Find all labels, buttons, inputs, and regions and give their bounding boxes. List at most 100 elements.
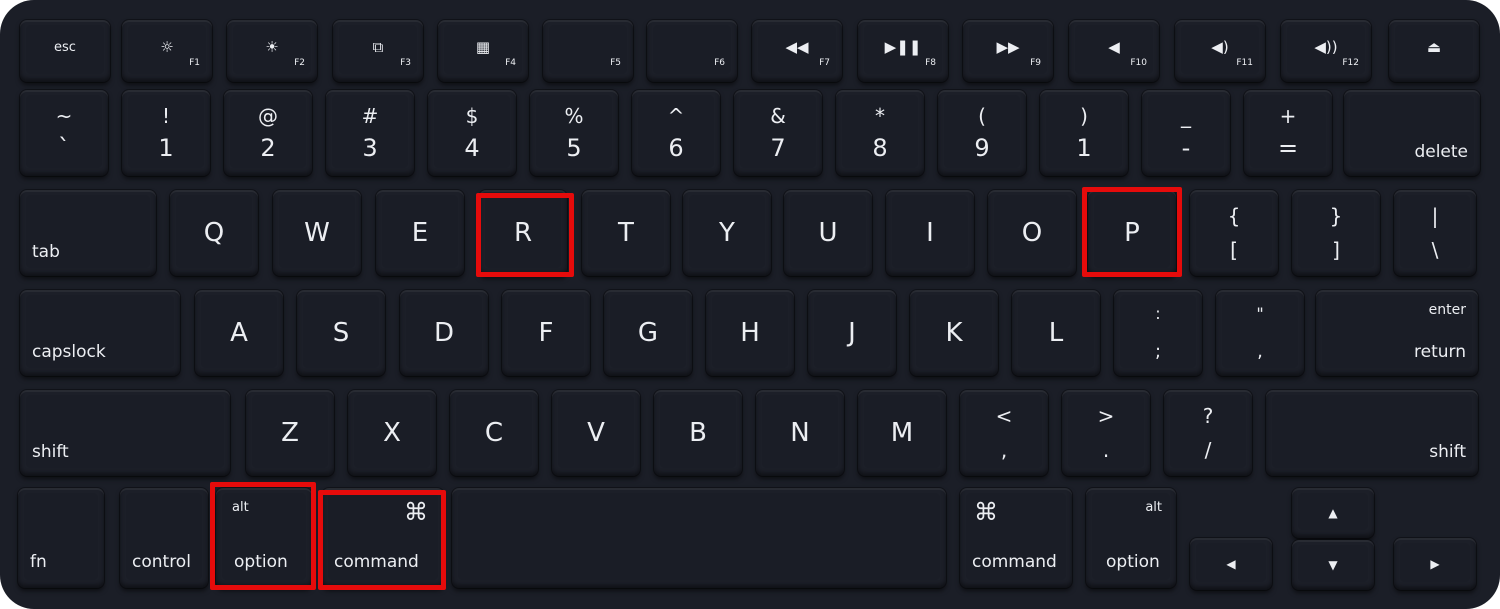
highlight-command-key <box>318 490 446 590</box>
key-f9[interactable]: ▶▶ F9 <box>963 20 1053 82</box>
key-number-8[interactable]: * 8 <box>836 90 924 176</box>
key-k[interactable]: K <box>910 290 998 376</box>
key-g[interactable]: G <box>604 290 692 376</box>
key-control[interactable]: control <box>120 488 208 588</box>
letter-label: O <box>1021 218 1043 248</box>
key-number-13[interactable]: delete <box>1344 90 1480 176</box>
key-f7[interactable]: ◀◀ F7 <box>752 20 842 82</box>
key-q[interactable]: Q <box>170 190 258 276</box>
key-number-3[interactable]: #3 <box>326 90 414 176</box>
option-label: option <box>1106 552 1160 572</box>
key-command-right[interactable]: ⌘ command <box>960 488 1072 588</box>
key-e[interactable]: E <box>376 190 464 276</box>
letter-label: B <box>689 418 707 448</box>
key-i[interactable]: I <box>886 190 974 276</box>
key-eject[interactable]: ⏏ <box>1389 20 1479 82</box>
key-f11[interactable]: ◀) F11 <box>1175 20 1265 82</box>
key-symbol-1[interactable]: }] <box>1292 190 1380 276</box>
key-number-12[interactable]: + = <box>1244 90 1332 176</box>
key-d[interactable]: D <box>400 290 488 376</box>
key-f12[interactable]: ◀)) F12 <box>1281 20 1371 82</box>
key-number-0[interactable]: ~ ` <box>20 90 108 176</box>
key-symbol-home-1[interactable]: ", <box>1216 290 1304 376</box>
key-tab[interactable]: tab <box>20 190 156 276</box>
key-c[interactable]: C <box>450 390 538 476</box>
key-v[interactable]: V <box>552 390 640 476</box>
key-n[interactable]: N <box>756 390 844 476</box>
primary-symbol: 1 <box>158 134 174 162</box>
esc-label: esc <box>54 40 76 55</box>
key-y[interactable]: Y <box>683 190 771 276</box>
key-shift-right[interactable]: shift <box>1266 390 1478 476</box>
key-f1[interactable]: ☼ F1 <box>122 20 212 82</box>
key-u[interactable]: U <box>784 190 872 276</box>
key-a[interactable]: A <box>195 290 283 376</box>
function-key-label: F3 <box>400 58 411 68</box>
key-arrow-left[interactable]: ◀ <box>1190 538 1272 590</box>
key-f6[interactable]: F6 <box>647 20 737 82</box>
key-arrow-right[interactable]: ▶ <box>1394 538 1476 590</box>
key-h[interactable]: H <box>706 290 794 376</box>
key-face <box>458 493 940 580</box>
primary-symbol: 4 <box>464 134 480 162</box>
primary-symbol: = <box>1277 134 1299 162</box>
key-number-10[interactable]: ) 1 <box>1040 90 1128 176</box>
key-symbol-shift-2[interactable]: ? / <box>1164 390 1252 476</box>
key-f5[interactable]: F5 <box>543 20 633 82</box>
key-z[interactable]: Z <box>246 390 334 476</box>
primary-symbol: , <box>1257 341 1263 362</box>
shift-symbol: ~ <box>55 104 73 128</box>
key-m[interactable]: M <box>858 390 946 476</box>
key-arrow-up[interactable]: ▲ <box>1292 488 1374 538</box>
key-b[interactable]: B <box>654 390 742 476</box>
key-number-6[interactable]: ^ 6 <box>632 90 720 176</box>
play-pause-icon: ▶❚❚ <box>884 38 922 56</box>
letter-label: U <box>818 218 838 248</box>
function-key-label: F6 <box>714 58 725 68</box>
key-f4[interactable]: ▦ F4 <box>438 20 528 82</box>
key-t[interactable]: T <box>582 190 670 276</box>
key-symbol-shift-1[interactable]: >. <box>1062 390 1150 476</box>
key-number-1[interactable]: ! 1 <box>122 90 210 176</box>
key-number-5[interactable]: % 5 <box>530 90 618 176</box>
key-j[interactable]: J <box>808 290 896 376</box>
arrow-down-icon: ▼ <box>1328 558 1338 572</box>
key-l[interactable]: L <box>1012 290 1100 376</box>
key-number-11[interactable]: _ - <box>1142 90 1230 176</box>
key-x[interactable]: X <box>348 390 436 476</box>
shift-symbol: > <box>1097 404 1115 428</box>
rewind-icon: ◀◀ <box>785 38 809 56</box>
key-f[interactable]: F <box>502 290 590 376</box>
key-number-9[interactable]: (9 <box>938 90 1026 176</box>
key-symbol-shift-0[interactable]: <, <box>960 390 1048 476</box>
key-return[interactable]: enter return <box>1316 290 1478 376</box>
key-s[interactable]: S <box>297 290 385 376</box>
key-symbol-2[interactable]: | \ <box>1394 190 1476 276</box>
key-number-7[interactable]: & 7 <box>734 90 822 176</box>
key-option-right[interactable]: alt option <box>1086 488 1176 588</box>
key-number-4[interactable]: $4 <box>428 90 516 176</box>
function-key-label: F1 <box>189 58 200 68</box>
key-f3[interactable]: ⧉ F3 <box>333 20 423 82</box>
key-shift-left[interactable]: shift <box>20 390 230 476</box>
shift-symbol: $ <box>465 104 479 128</box>
primary-symbol: [ <box>1230 238 1238 262</box>
key-f10[interactable]: ◀ F10 <box>1069 20 1159 82</box>
key-o[interactable]: O <box>988 190 1076 276</box>
key-capslock[interactable]: capslock <box>20 290 180 376</box>
key-fn[interactable]: fn <box>18 488 104 588</box>
shift-symbol: ( <box>978 104 986 128</box>
key-f8[interactable]: ▶❚❚ F8 <box>858 20 948 82</box>
key-arrow-down[interactable]: ▼ <box>1292 540 1374 590</box>
function-key-label: F4 <box>505 58 516 68</box>
key-f2[interactable]: ☀ F2 <box>227 20 317 82</box>
shift-symbol: + <box>1279 104 1297 128</box>
key-symbol-home-0[interactable]: :; <box>1114 290 1202 376</box>
key-number-2[interactable]: @2 <box>224 90 312 176</box>
key-esc[interactable]: esc <box>20 20 110 82</box>
key-spacebar[interactable] <box>452 488 946 588</box>
letter-label: Y <box>719 218 735 248</box>
key-w[interactable]: W <box>273 190 361 276</box>
letter-label: T <box>618 218 634 248</box>
key-symbol-0[interactable]: {[ <box>1190 190 1278 276</box>
